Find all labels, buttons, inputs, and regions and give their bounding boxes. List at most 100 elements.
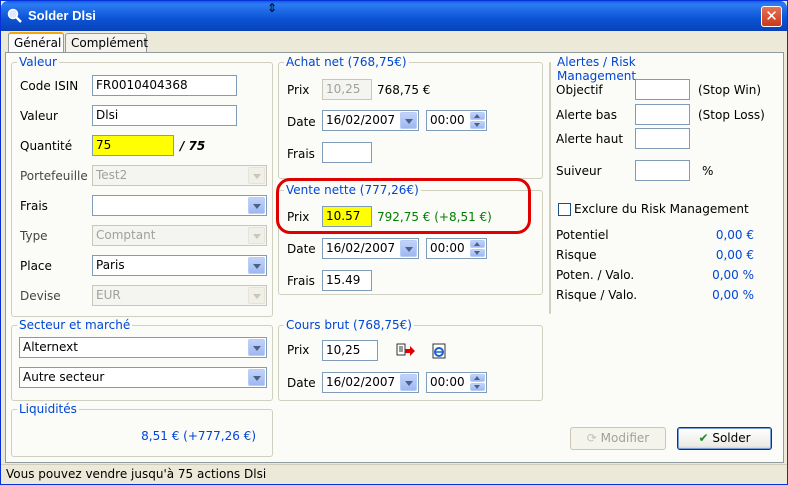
frais-select[interactable]	[92, 195, 267, 216]
copy-arrow-icon[interactable]	[396, 343, 416, 359]
valeur-label: Valeur	[20, 109, 58, 123]
devise-value: EUR	[96, 288, 121, 302]
quantite-label: Quantité	[20, 139, 73, 153]
risque-valo-value: 0,00 %	[712, 288, 754, 302]
risque-label: Risque	[556, 248, 597, 262]
alerte-bas-label: Alerte bas	[556, 108, 617, 122]
achat-prix-field[interactable]: 10,25	[322, 79, 372, 100]
chevron-down-icon	[248, 369, 265, 386]
place-value: Paris	[96, 258, 125, 272]
quantite-field[interactable]: 75	[92, 135, 174, 156]
achat-frais-label: Frais	[287, 147, 315, 161]
achat-date-label: Date	[287, 115, 316, 129]
cours-time-spinner[interactable]: 00:00	[426, 372, 487, 393]
achat-time-spinner[interactable]: 00:00	[426, 110, 487, 131]
secteur-select[interactable]: Autre secteur	[19, 367, 267, 388]
secteur-value: Autre secteur	[23, 370, 105, 384]
liquidites-group-title: Liquidités	[17, 402, 79, 416]
type-value: Comptant	[96, 228, 156, 242]
alertes-group-title: Alertes / Risk Management	[555, 55, 639, 83]
objectif-hint: (Stop Win)	[698, 83, 761, 97]
chevron-down-icon	[248, 339, 265, 356]
portefeuille-value: Test2	[96, 168, 128, 182]
alerte-bas-field[interactable]	[635, 104, 690, 125]
status-bar: Vous pouvez vendre jusqu'à 75 actions Dl…	[1, 464, 787, 484]
poten-valo-label: Poten. / Valo.	[556, 268, 635, 282]
valeur-field[interactable]: Dlsi	[92, 105, 237, 126]
marche-select[interactable]: Alternext	[19, 337, 267, 358]
exclure-label: Exclure du Risk Management	[574, 202, 749, 216]
vente-date-value: 16/02/2007	[326, 241, 396, 255]
magnifier-icon	[7, 8, 22, 23]
achat-date-picker[interactable]: 16/02/2007	[322, 110, 419, 131]
solder-button[interactable]: ✔ Solder	[677, 427, 772, 450]
chevron-down-icon	[400, 374, 417, 391]
portefeuille-select[interactable]: Test2	[92, 165, 267, 186]
type-select[interactable]: Comptant	[92, 225, 267, 246]
valeur-group-title: Valeur	[17, 55, 59, 69]
cours-date-value: 16/02/2007	[326, 375, 396, 389]
achat-prix-label: Prix	[287, 83, 310, 97]
close-button[interactable]: ✕	[761, 6, 782, 27]
alerte-haut-field[interactable]	[635, 128, 690, 149]
code-isin-label: Code ISIN	[20, 79, 79, 93]
poten-valo-value: 0,00 %	[712, 268, 754, 282]
cours-prix-field[interactable]: 10,25	[322, 340, 378, 361]
vente-frais-label: Frais	[287, 274, 315, 288]
cursor-icon: ⇕	[267, 1, 278, 15]
suiveur-label: Suiveur	[556, 164, 602, 178]
achat-frais-field[interactable]	[322, 142, 372, 163]
dialog-window: Solder Dlsi ✕ ⇕ Général Complément Valeu…	[0, 0, 788, 485]
frais-label: Frais	[20, 199, 48, 213]
chevron-down-icon	[248, 287, 265, 304]
risque-valo-label: Risque / Valo.	[556, 288, 638, 302]
title-bar[interactable]: Solder Dlsi ✕	[1, 1, 787, 31]
achat-group-title: Achat net (768,75€)	[284, 55, 409, 69]
chevron-down-icon	[248, 257, 265, 274]
spinner-arrows-icon[interactable]	[470, 374, 485, 391]
liquidites-value: 8,51 € (+777,26 €)	[141, 429, 256, 443]
objectif-field[interactable]	[635, 79, 690, 100]
potentiel-value: 0,00 €	[715, 228, 754, 242]
modifier-label: Modifier	[600, 431, 650, 445]
cours-time-value: 00:00	[430, 375, 465, 389]
chevron-down-icon	[400, 112, 417, 129]
ie-browser-icon[interactable]	[430, 343, 448, 359]
achat-prix-total: 768,75 €	[377, 83, 431, 97]
status-text: Vous pouvez vendre jusqu'à 75 actions Dl…	[6, 467, 267, 481]
potentiel-label: Potentiel	[556, 228, 609, 242]
refresh-icon: ⟳	[586, 431, 597, 445]
cours-date-picker[interactable]: 16/02/2007	[322, 372, 419, 393]
achat-date-value: 16/02/2007	[326, 113, 396, 127]
valeur-group: Valeur	[11, 55, 273, 317]
suiveur-unit: %	[702, 164, 714, 178]
spinner-arrows-icon[interactable]	[470, 240, 485, 257]
vente-time-spinner[interactable]: 00:00	[426, 238, 487, 259]
exclure-checkbox[interactable]	[558, 203, 571, 216]
tab-complement[interactable]: Complément	[65, 33, 148, 52]
cours-group-title: Cours brut (768,75€)	[284, 318, 414, 332]
code-isin-field[interactable]: FR0010404368	[92, 75, 237, 96]
portefeuille-label: Portefeuille	[20, 169, 88, 183]
devise-label: Devise	[20, 289, 61, 303]
secteur-group-title: Secteur et marché	[17, 318, 133, 332]
chevron-down-icon	[248, 197, 265, 214]
quantite-total: / 75	[180, 139, 206, 153]
devise-select[interactable]: EUR	[92, 285, 267, 306]
alerte-bas-hint: (Stop Loss)	[698, 108, 765, 122]
checkmark-icon: ✔	[698, 431, 709, 445]
marche-value: Alternext	[23, 340, 78, 354]
window-title: Solder Dlsi	[28, 8, 96, 23]
chevron-down-icon	[400, 240, 417, 257]
place-select[interactable]: Paris	[92, 255, 267, 276]
tab-general[interactable]: Général	[8, 32, 64, 53]
vente-date-picker[interactable]: 16/02/2007	[322, 238, 419, 259]
cours-date-label: Date	[287, 376, 316, 390]
vente-frais-field[interactable]: 15.49	[322, 270, 372, 291]
vente-time-value: 00:00	[430, 241, 465, 255]
modifier-button[interactable]: ⟳ Modifier	[570, 427, 666, 450]
suiveur-field[interactable]	[635, 160, 690, 181]
chevron-down-icon	[248, 167, 265, 184]
spinner-arrows-icon[interactable]	[470, 112, 485, 129]
chevron-down-icon	[248, 227, 265, 244]
